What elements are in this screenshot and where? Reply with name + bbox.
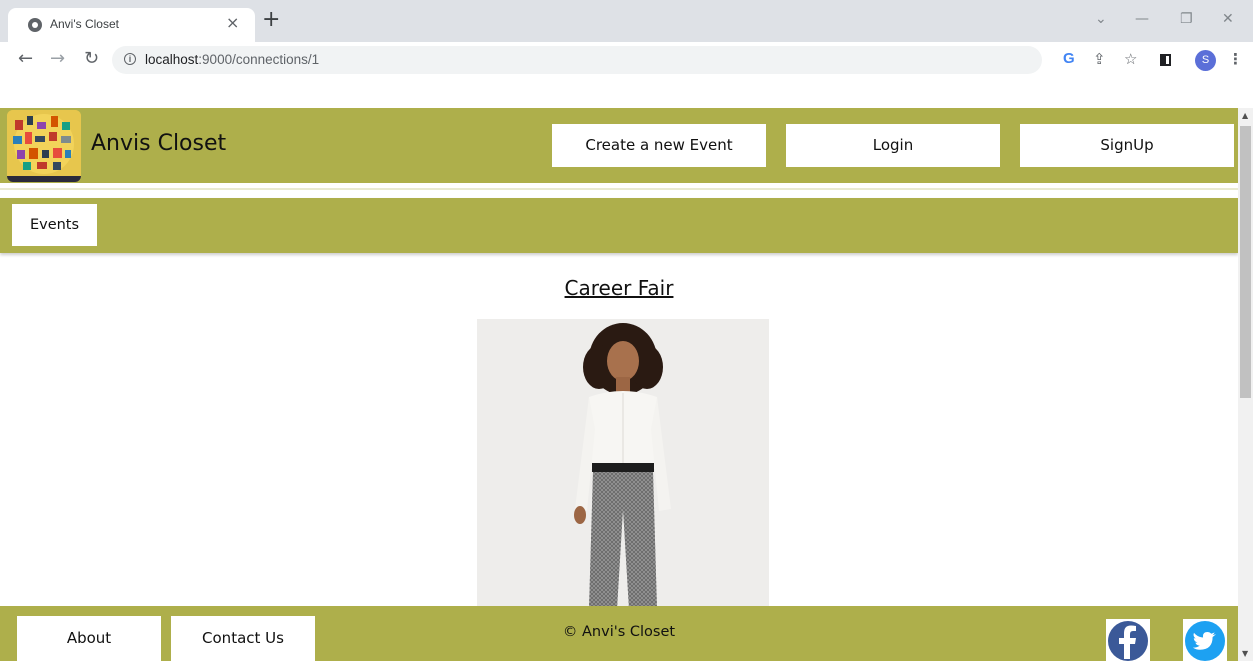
globe-icon xyxy=(28,18,42,32)
logo-collage-icon xyxy=(7,110,81,182)
browser-toolbar: ← → ↻ i localhost:9000/connections/1 G ⇪… xyxy=(0,42,1253,78)
url-path: :9000/connections/1 xyxy=(198,52,320,67)
back-icon[interactable]: ← xyxy=(18,50,33,68)
scroll-down-arrow-icon[interactable]: ▼ xyxy=(1242,650,1248,658)
close-icon[interactable]: × xyxy=(226,14,239,32)
side-panel-icon[interactable] xyxy=(1160,54,1171,66)
tab-title: Anvi's Closet xyxy=(50,17,119,31)
login-button[interactable]: Login xyxy=(786,124,1000,167)
event-image xyxy=(477,319,769,609)
browser-tab[interactable]: Anvi's Closet × xyxy=(8,8,255,42)
kebab-menu-icon[interactable]: ⋮ xyxy=(1228,50,1243,68)
scroll-thumb[interactable] xyxy=(1240,126,1251,398)
signup-button[interactable]: SignUp xyxy=(1020,124,1234,167)
reload-icon[interactable]: ↻ xyxy=(84,50,99,68)
chevron-down-icon[interactable]: ⌄ xyxy=(1095,10,1107,28)
events-nav-button[interactable]: Events xyxy=(12,204,97,246)
star-icon[interactable]: ☆ xyxy=(1124,50,1137,68)
forward-icon[interactable]: → xyxy=(50,50,65,68)
event-title: Career Fair xyxy=(564,276,674,300)
site-logo[interactable] xyxy=(7,110,81,182)
twitter-icon[interactable] xyxy=(1183,619,1227,661)
scroll-up-arrow-icon[interactable]: ▲ xyxy=(1242,112,1248,120)
minimize-icon[interactable]: — xyxy=(1135,10,1149,28)
facebook-icon[interactable] xyxy=(1106,619,1150,661)
page-viewport: Anvis Closet Create a new Event Login Si… xyxy=(0,108,1238,661)
url-text[interactable]: localhost:9000/connections/1 xyxy=(145,52,319,67)
google-icon[interactable]: G xyxy=(1063,50,1075,68)
plus-icon[interactable]: + xyxy=(262,9,280,31)
address-bar[interactable]: i localhost:9000/connections/1 xyxy=(112,46,1042,74)
page-scrollbar[interactable]: ▲ ▼ xyxy=(1238,108,1253,661)
logo-banner xyxy=(7,176,81,182)
create-event-button[interactable]: Create a new Event xyxy=(552,124,766,167)
url-host: localhost xyxy=(145,52,199,67)
site-header: Anvis Closet Create a new Event Login Si… xyxy=(0,108,1238,183)
profile-avatar[interactable]: S xyxy=(1195,50,1216,71)
site-title[interactable]: Anvis Closet xyxy=(91,131,226,156)
info-icon[interactable]: i xyxy=(124,53,136,65)
browser-tabstrip: Anvi's Closet × + ⌄ — ❐ ✕ xyxy=(0,0,1253,42)
copyright-text: © Anvi's Closet xyxy=(562,624,676,640)
window-close-icon[interactable]: ✕ xyxy=(1222,10,1234,28)
share-icon[interactable]: ⇪ xyxy=(1093,50,1106,68)
restore-icon[interactable]: ❐ xyxy=(1180,10,1193,28)
divider xyxy=(0,188,1238,190)
nav-bar: Events xyxy=(0,198,1238,253)
woman-outfit-photo xyxy=(477,319,769,609)
site-footer: About Contact Us © Anvi's Closet xyxy=(0,606,1238,661)
